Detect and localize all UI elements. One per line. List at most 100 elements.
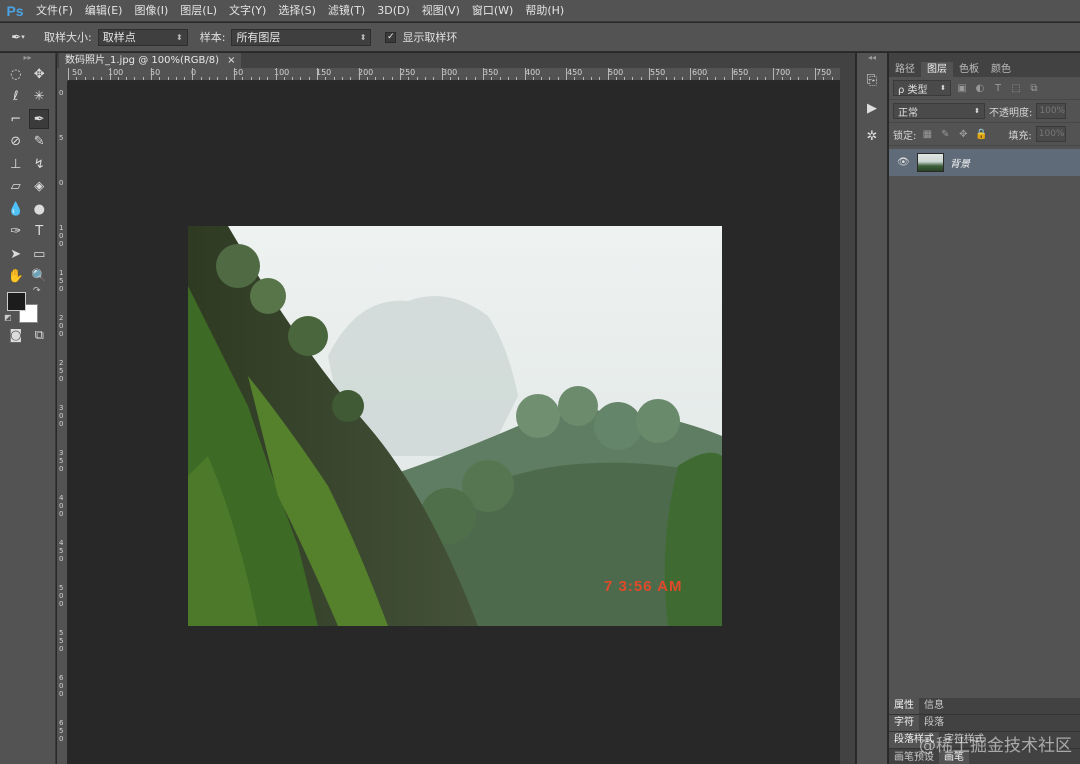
tab-paragraph[interactable]: 段落 (919, 715, 949, 731)
close-icon[interactable]: × (227, 53, 235, 68)
ruler-tick (823, 77, 824, 80)
layers-panel-tabs: 路径 图层 色板 颜色 (889, 53, 1080, 77)
document-title: 数码照片_1.jpg @ 100%(RGB/8) (65, 55, 220, 66)
sample-size-select[interactable]: 取样点 ⬍ (97, 28, 188, 46)
pen-tool-icon[interactable]: ✑ (6, 222, 26, 242)
filter-smart-object-icon[interactable]: ⧉ (1027, 81, 1041, 95)
layer-filter-select[interactable]: ρ 类型 ⬍ (893, 80, 951, 96)
menu-help[interactable]: 帮助(H) (519, 0, 570, 22)
ruler-label: 200 (59, 314, 64, 338)
ruler-tick (184, 77, 185, 80)
eyedropper-preset-icon[interactable]: ✒ ▾ (8, 27, 28, 47)
ruler-tick (85, 77, 86, 80)
screen-mode-icon[interactable]: ⧉ (29, 325, 49, 345)
vertical-scrollbar[interactable] (840, 68, 855, 764)
fill-input[interactable]: 100% (1035, 126, 1066, 142)
type-tool-icon[interactable]: T (29, 222, 49, 242)
lock-transparent-icon[interactable]: ▦ (920, 127, 934, 141)
blend-row: 正常 ⬍ 不透明度: 100% (889, 100, 1080, 123)
ruler-label: 200 (358, 68, 374, 77)
magic-wand-tool-icon[interactable]: ✳ (29, 87, 49, 107)
menu-edit[interactable]: 编辑(E) (79, 0, 129, 22)
blur-tool-icon[interactable]: 💧 (6, 199, 26, 219)
opacity-input[interactable]: 100% (1036, 103, 1067, 119)
document-tab[interactable]: 数码照片_1.jpg @ 100%(RGB/8) × (59, 53, 242, 68)
ruler-tick (483, 68, 484, 80)
clone-stamp-tool-icon[interactable]: ⊥ (6, 154, 26, 174)
document-photo[interactable]: 7 3:56 AM (188, 226, 722, 626)
ruler-label: 650 (59, 719, 64, 743)
lock-position-icon[interactable]: ✥ (956, 127, 970, 141)
ruler-tick (466, 77, 467, 80)
lasso-tool-icon[interactable]: ℓ (6, 87, 26, 107)
healing-brush-tool-icon[interactable]: ⊘ (6, 132, 26, 152)
move-tool-icon[interactable]: ✥ (29, 64, 49, 84)
eraser-tool-icon[interactable]: ▱ (6, 177, 26, 197)
quick-mask-icon[interactable]: ◙ (6, 325, 26, 345)
lock-image-icon[interactable]: ✎ (938, 127, 952, 141)
eyedropper-tool-icon[interactable]: ✒ (29, 109, 50, 130)
actions-panel-icon[interactable]: ▶ (861, 97, 883, 119)
filter-adjustment-icon[interactable]: ◐ (973, 81, 987, 95)
layer-name[interactable]: 背景 (950, 155, 970, 170)
ruler-tick (574, 77, 575, 80)
ruler-tick (342, 77, 343, 80)
history-brush-tool-icon[interactable]: ↯ (29, 154, 49, 174)
ruler-tick (690, 68, 691, 80)
tab-character[interactable]: 字符 (889, 715, 919, 731)
ruler-tick (616, 77, 617, 80)
swap-colors-icon[interactable]: ↷ (33, 286, 41, 296)
properties-info-tabs: 属性 信息 (889, 698, 1080, 715)
tab-layers[interactable]: 图层 (921, 62, 953, 77)
tab-paths[interactable]: 路径 (889, 62, 921, 77)
foreground-color-swatch[interactable] (7, 292, 26, 311)
menu-file[interactable]: 文件(F) (30, 0, 79, 22)
menu-3d[interactable]: 3D(D) (371, 0, 416, 22)
shape-tool-icon[interactable]: ▭ (29, 244, 49, 264)
ruler-tick (217, 77, 218, 80)
default-colors-icon[interactable]: ◩ (4, 313, 12, 322)
dodge-tool-icon[interactable]: ● (29, 199, 49, 219)
brush-tool-icon[interactable]: ✎ (29, 132, 49, 152)
menu-filter[interactable]: 滤镜(T) (322, 0, 371, 22)
ruler-tick (143, 77, 144, 80)
tab-color[interactable]: 颜色 (985, 62, 1017, 77)
panel-grip-icon[interactable]: ◂◂ (857, 53, 887, 63)
ruler-tick (101, 77, 102, 80)
filter-pixel-icon[interactable]: ▣ (955, 81, 969, 95)
ruler-tick (267, 77, 268, 80)
brush-settings-panel-icon[interactable]: ✲ (861, 125, 883, 147)
marquee-tool-icon[interactable]: ◌ (6, 64, 26, 84)
fill-label: 填充: (1008, 130, 1032, 142)
history-panel-icon[interactable]: ⎘ (861, 69, 883, 91)
ruler-tick (740, 77, 741, 80)
ruler-tick (516, 77, 517, 80)
crop-tool-icon[interactable]: ⌐ (6, 109, 26, 129)
hand-tool-icon[interactable]: ✋ (6, 267, 26, 287)
zoom-tool-icon[interactable]: 🔍 (29, 267, 49, 287)
show-ring-checkbox[interactable]: ✓ (385, 31, 397, 43)
tab-properties[interactable]: 属性 (889, 698, 919, 714)
layer-row[interactable]: 👁 背景 (889, 149, 1080, 176)
eye-icon[interactable]: 👁 (897, 157, 911, 168)
filter-shape-icon[interactable]: ⬚ (1009, 81, 1023, 95)
filter-type-icon[interactable]: T (991, 81, 1005, 95)
menu-view[interactable]: 视图(V) (416, 0, 466, 22)
ruler-tick (798, 77, 799, 80)
sample-select[interactable]: 所有图层 ⬍ (231, 28, 372, 46)
tab-swatches[interactable]: 色板 (953, 62, 985, 77)
menu-type[interactable]: 文字(Y) (223, 0, 272, 22)
menu-image[interactable]: 图像(I) (128, 0, 174, 22)
menu-select[interactable]: 选择(S) (272, 0, 322, 22)
tab-info[interactable]: 信息 (919, 698, 949, 714)
panel-grip-icon[interactable]: ▸▸ (0, 53, 55, 63)
menu-layer[interactable]: 图层(L) (174, 0, 223, 22)
paint-bucket-tool-icon[interactable]: ◈ (29, 177, 49, 197)
blend-mode-select[interactable]: 正常 ⬍ (893, 103, 985, 119)
ruler-label: 700 (775, 68, 791, 77)
ruler-tick (508, 77, 509, 80)
path-selection-tool-icon[interactable]: ➤ (6, 244, 26, 264)
lock-all-icon[interactable]: 🔒 (974, 127, 988, 141)
menu-window[interactable]: 窗口(W) (466, 0, 519, 22)
ruler-tick (234, 68, 235, 80)
